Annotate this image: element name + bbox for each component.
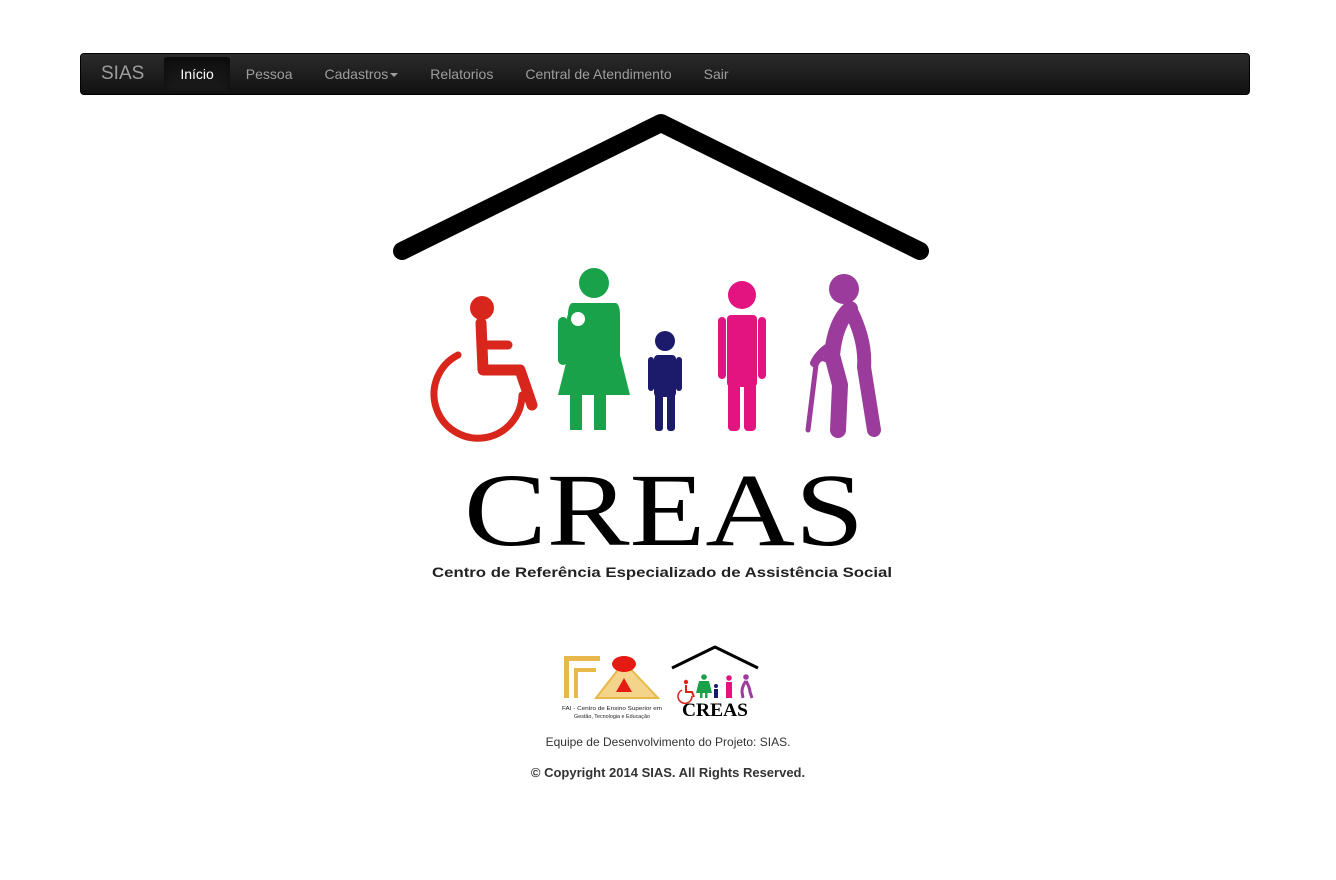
fai-caption-line-2: Gestão, Tecnologia e Educação	[574, 714, 650, 720]
creas-small-logo-text: CREAS	[682, 700, 748, 721]
navbar-brand[interactable]: SIAS	[81, 54, 164, 94]
copyright-text: © Copyright 2014 SIAS. All Rights Reserv…	[530, 765, 806, 780]
creas-logo-text: CREAS	[464, 453, 864, 568]
nav-item-label: Início	[180, 66, 214, 82]
creas-logo-image: CREAS Centro de Referência Especializado…	[393, 114, 929, 580]
nav-item-cadastros[interactable]: Cadastros	[308, 57, 414, 91]
footer-logos: FAI - Centro de Ensino Superior em Gestã…	[562, 645, 759, 721]
wheelchair-person-icon	[430, 296, 538, 442]
nav-item-inicio[interactable]: Início	[164, 57, 230, 91]
nav-item-label: Pessoa	[245, 66, 293, 82]
nav-item-pessoa[interactable]: Pessoa	[230, 57, 309, 91]
top-navbar: SIAS Início Pessoa Cadastros Relatorios …	[80, 53, 1250, 95]
nav-menu: Início Pessoa Cadastros Relatorios Centr…	[164, 54, 744, 94]
team-credit: Equipe de Desenvolvimento do Projeto: SI…	[545, 735, 791, 749]
nav-item-label: Cadastros	[324, 66, 389, 82]
roof-icon	[393, 114, 929, 260]
fai-logo-icon: FAI - Centro de Ensino Superior em Gestã…	[562, 656, 663, 720]
child-icon	[648, 331, 682, 431]
fai-caption-line-1: FAI - Centro de Ensino Superior em	[562, 706, 663, 712]
caret-down-icon	[390, 73, 399, 77]
nav-item-label: Relatorios	[430, 66, 494, 82]
woman-with-baby-icon	[558, 268, 630, 430]
nav-item-relatorios[interactable]: Relatorios	[414, 57, 509, 91]
nav-item-central-de-atendimento[interactable]: Central de Atendimento	[509, 57, 687, 91]
nav-item-label: Central de Atendimento	[525, 66, 672, 82]
man-icon	[718, 281, 766, 431]
creas-logo-subtitle: Centro de Referência Especializado de As…	[432, 564, 892, 580]
elderly-person-icon	[805, 274, 881, 438]
creas-small-logo-icon: CREAS	[671, 645, 759, 721]
nav-item-label: Sair	[703, 66, 729, 82]
nav-item-sair[interactable]: Sair	[688, 57, 745, 91]
